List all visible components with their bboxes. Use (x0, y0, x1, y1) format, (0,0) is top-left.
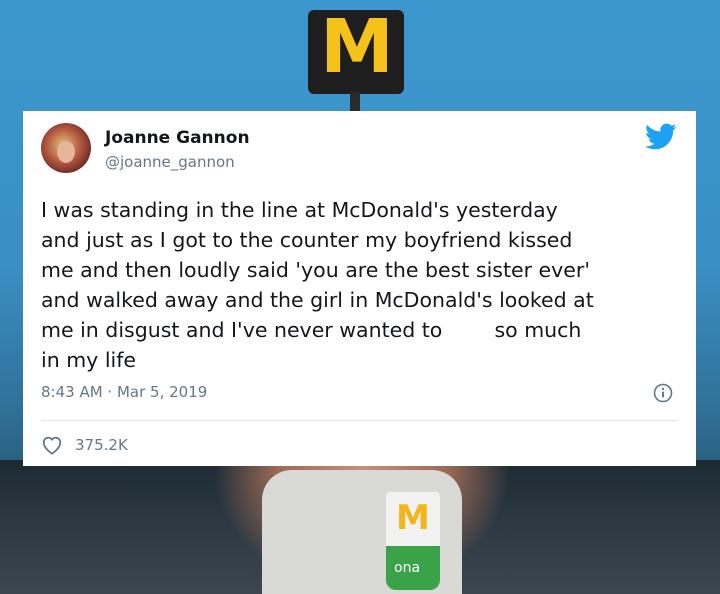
like-count: 375.2K (75, 436, 128, 454)
tweet-card: Joanne Gannon @joanne_gannon I was stand… (23, 111, 696, 466)
divider (41, 420, 678, 421)
info-icon[interactable] (653, 383, 673, 403)
tweet-timestamp[interactable]: 8:43 AM · Mar 5, 2019 (41, 383, 207, 401)
sign-pole (350, 92, 360, 112)
tweet-text: I was standing in the line at McDonald's… (41, 198, 594, 372)
mcdonalds-logo: M (320, 4, 394, 90)
heart-icon (42, 436, 62, 455)
author-handle[interactable]: @joanne_gannon (105, 153, 235, 171)
tweet-date: Mar 5, 2019 (116, 383, 208, 401)
twitter-bird-icon[interactable] (645, 123, 677, 151)
cup-label: ona (394, 560, 421, 576)
like-button[interactable]: 375.2K (41, 433, 128, 457)
avatar-face (57, 141, 75, 163)
author-name[interactable]: Joanne Gannon (105, 128, 250, 148)
tweet-time: 8:43 AM (41, 383, 103, 401)
timestamp-separator: · (102, 383, 117, 401)
cup-logo: M (396, 498, 430, 538)
avatar[interactable] (41, 123, 91, 173)
